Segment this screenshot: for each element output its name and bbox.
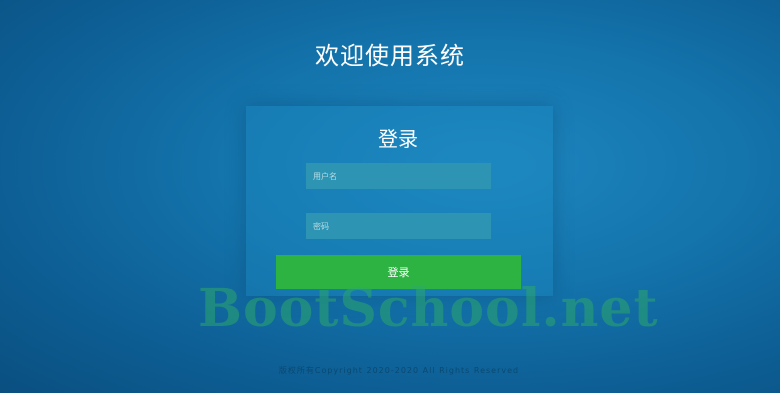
footer-copyright: 版权所有Copyright 2020-2020 All Rights Reser… xyxy=(278,366,520,375)
page-title: 欢迎使用系统 xyxy=(315,42,465,70)
password-input[interactable] xyxy=(306,213,491,239)
watermark: BootSchool.net xyxy=(198,278,659,339)
login-title: 登录 xyxy=(378,127,418,151)
username-input[interactable] xyxy=(306,163,491,189)
